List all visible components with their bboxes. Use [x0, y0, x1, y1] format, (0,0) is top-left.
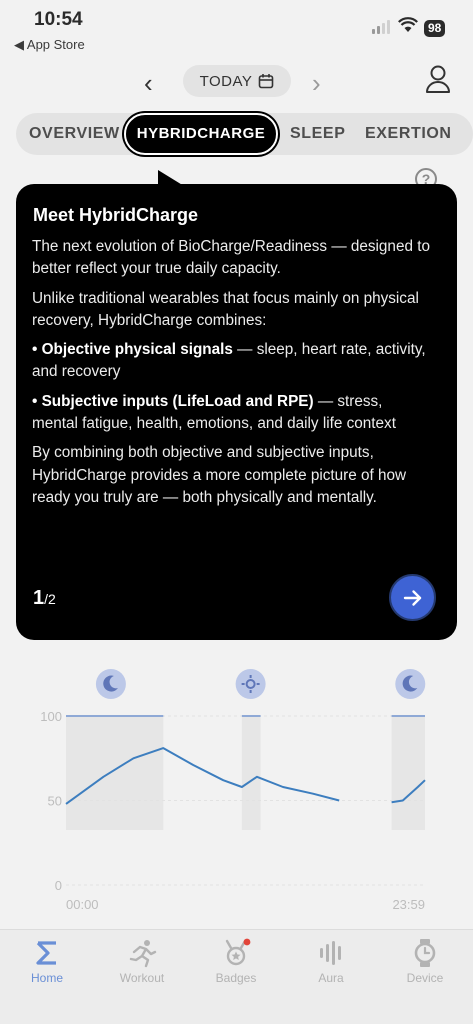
nav-home[interactable]: Home — [0, 930, 94, 1000]
sleep-icon-bg — [95, 669, 126, 699]
tooltip-title: Meet HybridCharge — [33, 205, 199, 225]
calendar-icon — [259, 74, 274, 89]
nav-label: Home — [30, 971, 63, 985]
arrow-right-icon — [403, 589, 421, 606]
tooltip-bullet: • Objective physical signals — sleep, he… — [32, 339, 430, 384]
sleep-period-band — [241, 716, 261, 830]
nav-label: Device — [406, 971, 444, 985]
bullet-heading: • Objective physical signals — [32, 341, 233, 359]
battery-indicator: 98 — [424, 20, 446, 37]
hybridcharge-chart: 100 50 0 00:00 23:59 — [40, 669, 426, 912]
x-tick-label: 00:00 — [66, 897, 99, 912]
sigma-icon — [36, 941, 56, 965]
runner-icon — [129, 940, 157, 968]
page-indicator: 1/2 — [33, 587, 56, 610]
tab-sleep[interactable]: SLEEP — [290, 113, 345, 155]
tooltip-paragraph: Unlike traditional wearables that focus … — [32, 289, 419, 329]
profile-icon[interactable] — [424, 64, 452, 94]
date-label: TODAY — [199, 72, 253, 90]
tab-exertion[interactable]: EXERTION — [365, 113, 452, 155]
y-tick-label: 50 — [48, 794, 62, 809]
wifi-icon — [398, 17, 418, 32]
tab-overview[interactable]: OVERVIEW — [29, 113, 120, 155]
sleep-period-band — [66, 716, 164, 830]
y-tick-label: 100 — [40, 709, 62, 724]
sleep-period-band — [391, 716, 425, 830]
nav-badges[interactable]: Badges — [189, 930, 283, 1000]
x-tick-label: 23:59 — [392, 897, 425, 912]
previous-day-button[interactable]: ‹ — [144, 68, 153, 99]
page-current: 1 — [33, 587, 45, 609]
cellular-signal-icon — [372, 20, 390, 34]
aura-icon — [320, 941, 341, 965]
page-total: /2 — [44, 591, 56, 607]
date-selector[interactable]: TODAY — [183, 65, 291, 97]
nav-device[interactable]: Device — [378, 930, 472, 1000]
badge-icon — [225, 938, 251, 966]
tab-hybridcharge[interactable]: HYBRIDCHARGE — [124, 113, 278, 155]
tooltip-paragraph: By combining both objective and subjecti… — [32, 444, 407, 506]
tooltip-paragraph: The next evolution of BioCharge/Readines… — [32, 238, 430, 278]
sun-icon-bg — [235, 669, 266, 699]
watch-icon — [414, 939, 436, 967]
nav-label: Aura — [318, 971, 344, 985]
tooltip-bullet: • Subjective inputs (LifeLoad and RPE) —… — [32, 391, 430, 436]
bullet-heading: • Subjective inputs (LifeLoad and RPE) — [32, 392, 314, 410]
back-to-app-store-link[interactable]: ◀ App Store — [14, 37, 85, 53]
nav-aura[interactable]: Aura — [284, 930, 378, 1000]
clock: 10:54 — [34, 9, 83, 30]
y-tick-label: 0 — [55, 878, 62, 893]
tooltip-body: The next evolution of BioCharge/Readines… — [32, 236, 430, 516]
next-day-button[interactable]: › — [312, 68, 321, 99]
nav-workout[interactable]: Workout — [95, 930, 189, 1000]
status-bar: 10:54 ◀ App Store 98 — [0, 0, 473, 56]
nav-label: Badges — [215, 971, 257, 985]
onboarding-tooltip: Meet HybridCharge The next evolution of … — [16, 184, 457, 640]
sleep-icon-bg — [395, 669, 426, 699]
next-button[interactable] — [389, 574, 436, 621]
nav-label: Workout — [119, 971, 165, 985]
bottom-navigation: Home Workout Badges Aura Device — [0, 929, 473, 1024]
